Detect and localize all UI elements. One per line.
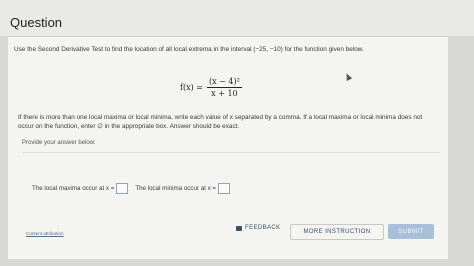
more-instruction-label: MORE INSTRUCTION <box>303 229 371 235</box>
maxima-input[interactable] <box>116 183 129 194</box>
function-numerator: (x − 4)² <box>206 77 242 88</box>
divider <box>22 152 440 153</box>
page-title: Question <box>10 15 63 30</box>
answer-row: The local maxima occur at x = The local … <box>32 183 233 194</box>
submit-label: SUBMIT <box>398 228 424 235</box>
function-formula: f(x) = (x − 4)² x + 10 <box>180 77 242 98</box>
question-header: Question <box>0 0 474 36</box>
minima-input[interactable] <box>218 183 230 194</box>
maxima-label: The local maxima occur at x = <box>32 185 115 192</box>
function-lhs: f(x) = <box>180 83 203 92</box>
minima-label: The local minima occur at x = <box>135 185 216 192</box>
question-card: Use the Second Derivative Test to find t… <box>8 36 448 259</box>
feedback-button[interactable]: FEEDBACK <box>236 225 281 231</box>
content-attribution-link[interactable]: Content attribution <box>26 231 64 236</box>
function-denominator: x + 10 <box>211 89 238 98</box>
feedback-icon <box>236 225 242 231</box>
submit-button[interactable]: SUBMIT <box>388 224 434 239</box>
question-prompt: Use the Second Derivative Test to find t… <box>14 46 364 53</box>
more-instruction-button[interactable]: MORE INSTRUCTION <box>290 224 384 240</box>
function-fraction: (x − 4)² x + 10 <box>206 77 242 98</box>
answer-instructions: If there is more than one local maxima o… <box>18 114 423 130</box>
feedback-label: FEEDBACK <box>245 225 281 231</box>
answer-section-label: Provide your answer below: <box>22 140 96 146</box>
